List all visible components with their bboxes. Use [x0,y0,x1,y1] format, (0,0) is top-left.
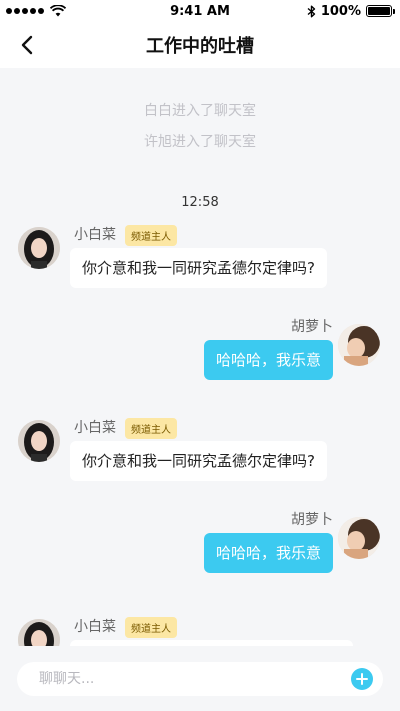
avatar-portrait [338,324,380,366]
bluetooth-icon [307,5,316,17]
message-bubble[interactable]: 你介意和我一同研究孟德尔定律吗? [70,441,327,481]
sender-name: 小白菜 [74,619,116,635]
add-button[interactable] [351,667,373,690]
battery-fill [368,7,390,15]
page-title: 工作中的吐槽 [146,36,254,57]
chevron-left-icon [21,35,33,55]
message-input[interactable] [39,670,351,687]
avatar-xiaobaicai[interactable] [18,420,60,462]
avatar-portrait [18,420,60,462]
system-message: 白白进入了聊天室 [144,103,256,119]
sender-name: 胡萝卜 [291,512,333,528]
message-bubble[interactable]: 哈哈哈，我乐意 [203,340,333,380]
avatar-huluobo[interactable] [338,517,380,559]
plus-circle-icon [356,672,368,685]
avatar-xiaobaicai[interactable] [18,619,60,646]
signal-dots-icon [6,8,44,14]
wifi-icon [50,5,66,17]
role-badge: 频道主人 [125,418,177,439]
sender-name: 小白菜 [74,420,116,436]
back-button[interactable] [10,28,44,62]
avatar-xiaobaicai[interactable] [18,227,60,269]
avatar-huluobo[interactable] [338,324,380,366]
message-bubble[interactable]: 你介意和我一同研究孟德尔定律吗? [70,248,327,288]
role-badge: 频道主人 [125,617,177,638]
chat-area[interactable]: 白白进入了聊天室 许旭进入了聊天室 12:58 小白菜 频道主人 你介意和我一同… [0,68,400,646]
system-message: 许旭进入了聊天室 [144,134,256,150]
avatar-portrait [18,227,60,269]
role-badge: 频道主人 [125,225,177,246]
battery-icon [366,5,395,17]
sender-name: 胡萝卜 [291,319,333,335]
status-left [6,5,66,17]
input-bar [0,646,400,711]
status-right: 100% [307,3,395,19]
avatar-portrait [338,517,380,559]
avatar-portrait [18,619,60,646]
status-bar: 9:41 AM 100% [0,0,400,22]
sender-name: 小白菜 [74,227,116,243]
battery-percent: 100% [320,3,361,19]
message-timestamp: 12:58 [181,195,219,210]
message-bubble[interactable]: 哈哈哈，我乐意 [203,533,333,573]
nav-header: 工作中的吐槽 [0,22,400,68]
message-input-container [17,661,383,696]
